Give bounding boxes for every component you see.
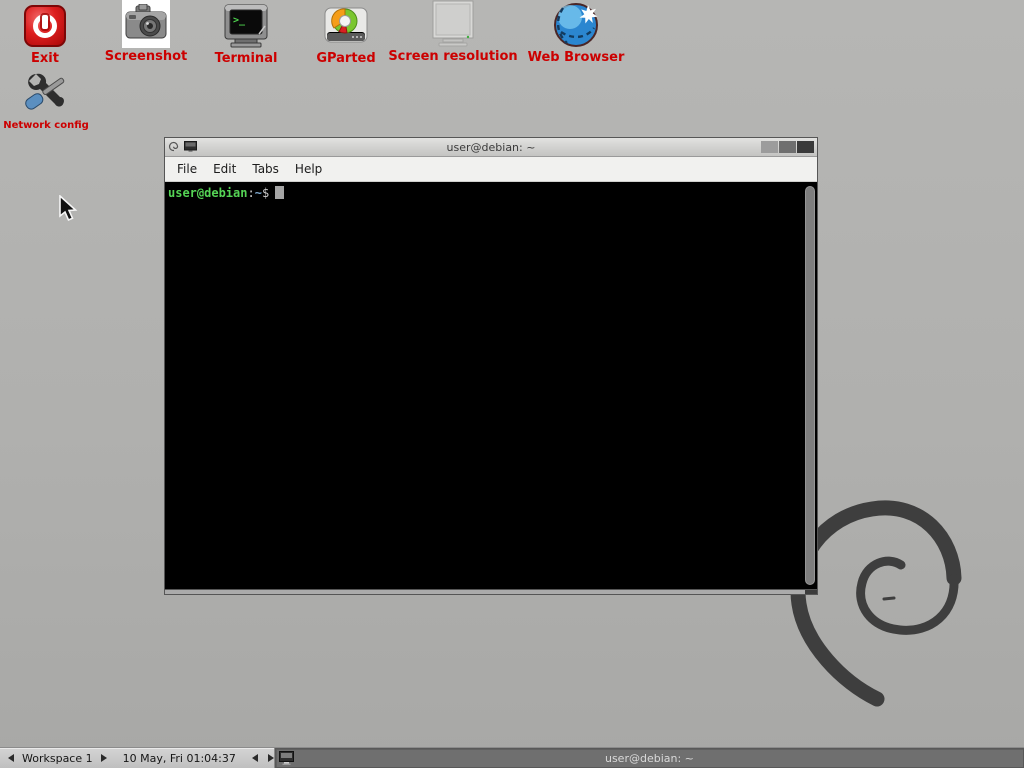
crt-terminal-icon: >_ (222, 2, 270, 50)
window-title: user@debian: ~ (165, 138, 817, 157)
pager-prev-arrow[interactable] (252, 754, 258, 762)
mouse-cursor (58, 195, 80, 227)
minimize-button[interactable] (761, 141, 778, 153)
desktop-icon-exit[interactable]: Exit (9, 2, 81, 66)
desktop-icon-label: Web Browser (528, 51, 625, 65)
disk-partition-icon (322, 2, 370, 50)
workspace-prev-arrow[interactable] (8, 754, 14, 762)
terminal-cursor (275, 186, 284, 199)
taskbar-task-terminal[interactable]: user@debian: ~ (275, 748, 1024, 768)
task-monitor-icon (279, 751, 294, 765)
desktop-icon-label: GParted (316, 52, 375, 66)
prompt-path: ~ (255, 186, 262, 200)
power-icon (21, 2, 69, 50)
globe-icon (552, 1, 600, 49)
terminal-scrollbar[interactable] (805, 186, 815, 585)
terminal-menubar: File Edit Tabs Help (165, 157, 817, 182)
menu-file[interactable]: File (169, 157, 205, 181)
terminal-screen[interactable]: user@debian:~$ (165, 182, 817, 589)
prompt-separator: : (247, 186, 254, 200)
menu-edit[interactable]: Edit (205, 157, 244, 181)
pager-next-arrow[interactable] (268, 754, 274, 762)
close-button[interactable] (797, 141, 814, 153)
prompt-user-host: user@debian (168, 186, 247, 200)
taskbar-left-panel: Workspace 1 10 May, Fri 01:04:37 (0, 748, 275, 768)
desktop-icon-label: Network config (3, 119, 89, 133)
camera-icon (122, 0, 170, 48)
task-button-title: user@debian: ~ (276, 749, 1023, 768)
window-bottom-edge[interactable] (165, 589, 817, 594)
window-titlebar[interactable]: user@debian: ~ (165, 138, 817, 157)
workspace-label[interactable]: Workspace 1 (22, 752, 93, 765)
monitor-icon (429, 0, 477, 48)
desktop-icon-label: Exit (31, 52, 59, 66)
desktop-icon-network-config[interactable]: Network config (0, 69, 92, 133)
desktop-icon-label: Screen resolution (388, 50, 517, 64)
window-menu-swirl-icon[interactable] (168, 141, 180, 154)
shell-prompt: user@debian:~$ (168, 186, 814, 200)
menu-tabs[interactable]: Tabs (244, 157, 287, 181)
workspace-next-arrow[interactable] (101, 754, 107, 762)
desktop-icon-label: Screenshot (105, 50, 188, 64)
prompt-symbol: $ (262, 186, 269, 200)
terminal-window: user@debian: ~ File Edit Tabs Help user@… (164, 137, 818, 595)
taskbar-clock: 10 May, Fri 01:04:37 (123, 752, 236, 765)
desktop-icon-label: Terminal (215, 52, 278, 66)
desktop-icon-web-browser[interactable]: Web Browser (506, 1, 646, 65)
maximize-button[interactable] (779, 141, 796, 153)
desktop-icon-screen-resolution[interactable]: Screen resolution (383, 0, 523, 64)
menu-help[interactable]: Help (287, 157, 330, 181)
crt-glyph: >_ (233, 15, 246, 26)
tools-icon (22, 69, 70, 117)
resize-grip[interactable] (805, 590, 817, 594)
window-app-icon (184, 141, 197, 153)
taskbar: Workspace 1 10 May, Fri 01:04:37 user@de… (0, 747, 1024, 768)
